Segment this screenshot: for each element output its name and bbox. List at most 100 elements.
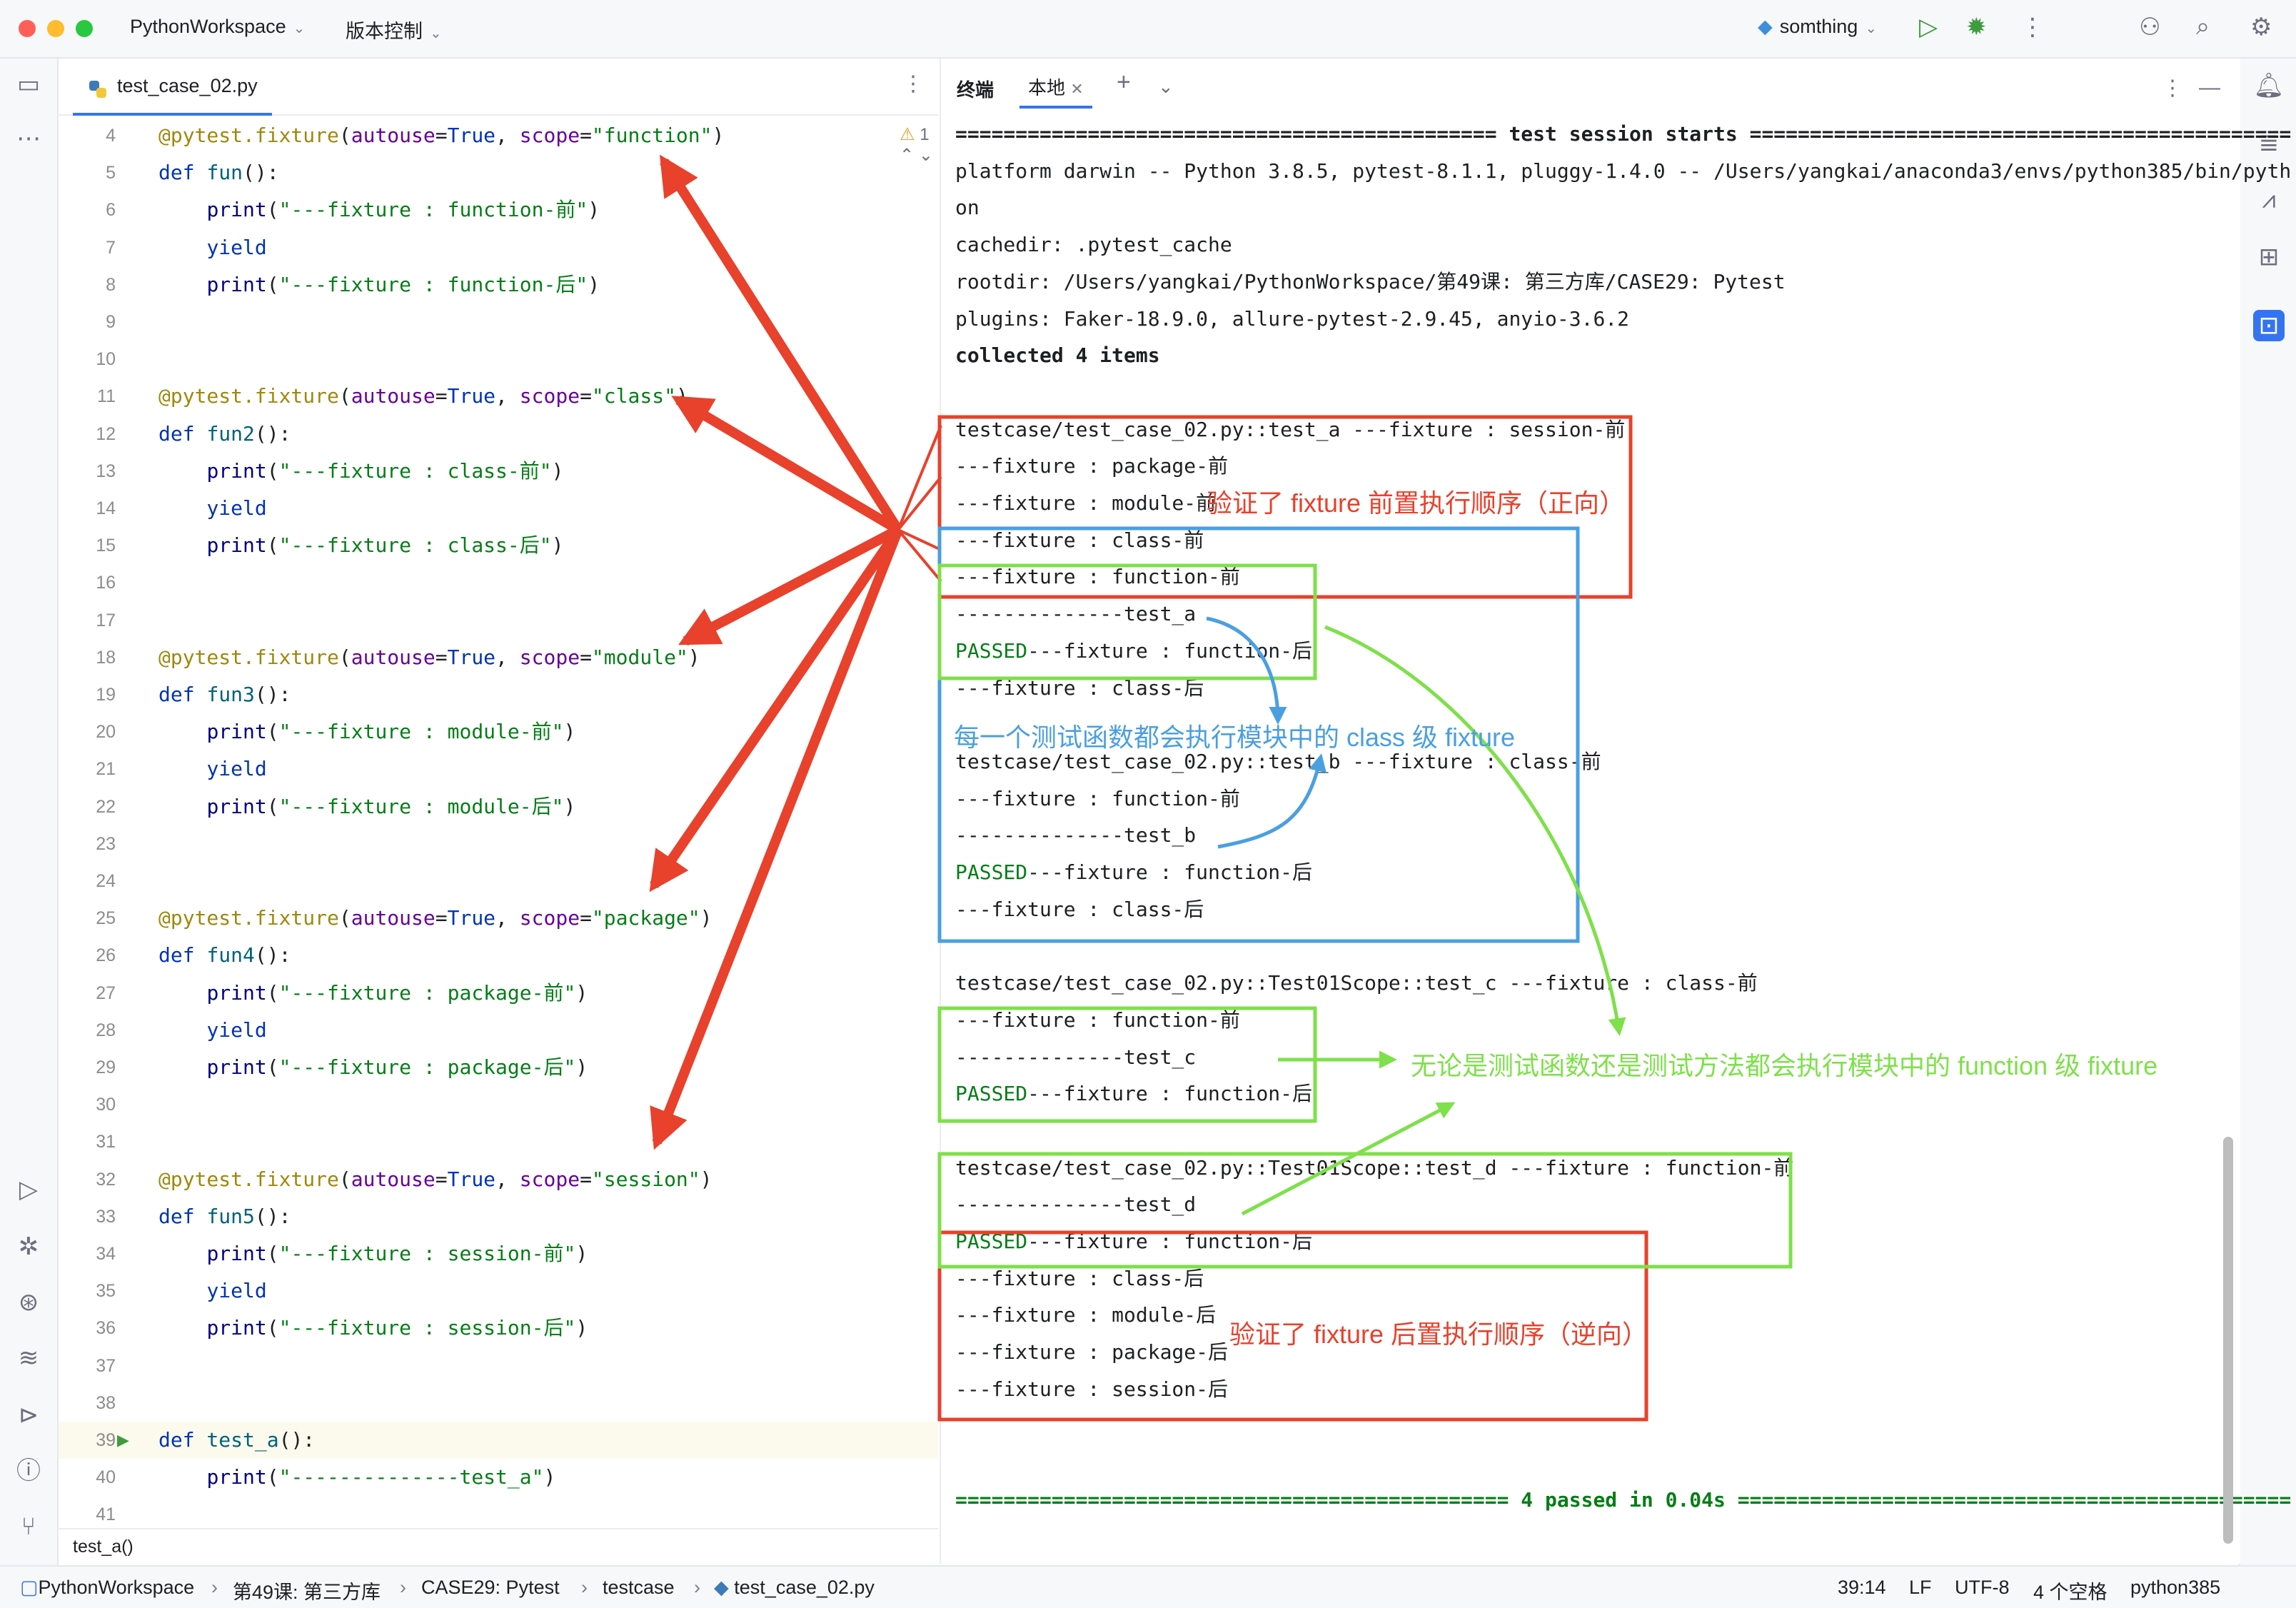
run-icon[interactable]: ▷ [1919,13,1938,41]
layers-icon[interactable]: ≋ [13,1342,44,1374]
nav-crumb-lesson[interactable]: 第49课: 第三方库 [233,1577,381,1604]
code-line[interactable]: 17 [59,602,938,639]
git-icon[interactable]: ⑂ [13,1511,44,1542]
services-icon[interactable]: ⊳ [13,1400,44,1431]
code-line[interactable]: 18 @pytest.fixture(autouse=True, scope="m… [59,639,938,676]
python-console-icon[interactable]: ⊛ [13,1287,44,1318]
editor-tab-test-case-02[interactable]: test_case_02.py [73,59,272,116]
code-line[interactable]: 32 @pytest.fixture(autouse=True, scope="s… [59,1161,938,1198]
code-line[interactable]: 27 print("---fixture : package-前") [59,975,938,1012]
line-number: 36 [96,1318,116,1339]
debug-icon[interactable]: ✹ [1966,13,1987,41]
code-line[interactable]: 10 [59,341,938,378]
tab-options-icon[interactable]: ⋮ [902,71,924,96]
structure-icon[interactable]: ⊞ [2253,241,2285,273]
nav-crumb-case[interactable]: CASE29: Pytest [421,1577,560,1599]
run-tool-icon[interactable]: ▷ [13,1174,44,1205]
code-line[interactable]: 39 ▶ def test_a(): [59,1422,938,1459]
line-number: 29 [96,1057,116,1077]
code-line[interactable]: 25 @pytest.fixture(autouse=True, scope="p… [59,900,938,937]
code-line[interactable]: 19 def fun3(): [59,676,938,713]
terminal-line: PASSED---fixture : function-后 [955,1075,1312,1112]
minimize-panel-icon[interactable]: — [2199,76,2220,100]
code-line[interactable]: 20 print("---fixture : module-前") [59,713,938,750]
code-line[interactable]: 24 [59,863,938,900]
terminal-line: testcase/test_case_02.py::Test01Scope::t… [955,1155,1794,1180]
line-number: 31 [96,1132,116,1152]
code-line[interactable]: 22 print("---fixture : module-后") [59,788,938,825]
code-line[interactable]: 35 yield [59,1272,938,1310]
debug-tool-icon[interactable]: ✲ [13,1231,44,1262]
code-area[interactable]: 4 @pytest.fixture(autouse=True, scope="fu… [59,117,938,1575]
code-line[interactable]: 9 [59,303,938,341]
python-interpreter[interactable]: python385 [2130,1577,2220,1599]
terminal-line: collected 4 items [955,343,1160,368]
code-line[interactable]: 16 [59,564,938,601]
code-line[interactable]: 4 @pytest.fixture(autouse=True, scope="fu… [59,117,938,154]
passed-status: PASSED [955,1230,1028,1253]
add-user-icon[interactable]: ⚇ [2139,13,2160,41]
code-line[interactable]: 13 print("---fixture : class-前") [59,453,938,490]
new-tab-icon[interactable]: + [1117,69,1131,96]
code-line[interactable]: 33 def fun5(): [59,1198,938,1235]
line-separator[interactable]: LF [1909,1577,1932,1599]
code-line[interactable]: 34 print("---fixture : session-前") [59,1235,938,1272]
search-icon[interactable]: ⌕ [2196,13,2210,41]
tab-local[interactable]: 本地 ✕ [1019,70,1092,109]
project-selector[interactable]: PythonWorkspace ⌄ [130,16,305,38]
settings-gear-icon[interactable]: ⚙ [2250,13,2272,41]
minimize-window-button[interactable] [47,20,64,37]
line-number: 5 [106,163,116,184]
code-line[interactable]: 31 [59,1123,938,1160]
code-line[interactable]: 7 yield [59,229,938,266]
code-line[interactable]: 21 yield [59,750,938,788]
terminal-options-icon[interactable]: ⋮ [2162,76,2183,101]
code-line[interactable]: 6 print("---fixture : function-前") [59,191,938,228]
run-config-selector[interactable]: ◆ somthing ⌄ [1758,16,1877,38]
file-encoding[interactable]: UTF-8 [1955,1577,2010,1599]
caret-position[interactable]: 39:14 [1838,1577,1886,1599]
terminal-line: rootdir: /Users/yangkai/PythonWorkspace/… [955,269,1786,293]
editor-tab-bar: test_case_02.py ⋮ [59,59,938,116]
nav-crumb-project[interactable]: ▢PythonWorkspace [20,1577,194,1599]
indent-setting[interactable]: 4 个空格 [2033,1577,2108,1604]
nav-crumb-folder[interactable]: testcase [603,1577,675,1599]
code-editor: test_case_02.py ⋮ ⚠ 1 ⌃ ⌄ 4 @pytest.fixtu… [59,59,990,1565]
line-number: 30 [96,1095,116,1115]
code-line[interactable]: 14 yield [59,490,938,527]
more-actions-icon[interactable]: ⋮ [2020,13,2045,41]
code-breadcrumb[interactable]: test_a() [59,1528,938,1565]
project-folder-icon[interactable]: ▭ [13,69,44,100]
code-line[interactable]: 30 [59,1086,938,1123]
nav-crumb-file[interactable]: ◆ test_case_02.py [714,1577,875,1599]
code-line[interactable]: 11 @pytest.fixture(autouse=True, scope="c… [59,378,938,415]
vcs-menu[interactable]: 版本控制 ⌄ [346,16,442,44]
code-line[interactable]: 28 yield [59,1012,938,1049]
code-line[interactable]: 8 print("---fixture : function-后") [59,266,938,303]
notifications-icon[interactable]: 🔔︎ [2253,70,2285,101]
close-tab-icon[interactable]: ✕ [1070,80,1083,98]
chevron-down-icon[interactable]: ⌄ [1158,76,1174,98]
crumb-label: test_case_02.py [734,1577,875,1598]
code-line[interactable]: 5 def fun(): [59,154,938,191]
code-line[interactable]: 26 def fun4(): [59,937,938,974]
code-line[interactable]: 38 [59,1385,938,1422]
code-line[interactable]: 23 [59,825,938,863]
code-line[interactable]: 40 print("--------------test_a") [59,1459,938,1496]
code-line[interactable]: 29 print("---fixture : package-后") [59,1049,938,1086]
run-gutter-icon[interactable]: ▶ [117,1422,129,1459]
zoom-window-button[interactable] [76,20,93,37]
terminal-icon[interactable]: ⊡ [2253,310,2285,341]
chevron-right-icon: › [211,1577,218,1598]
line-number: 37 [96,1355,116,1376]
code-line[interactable]: 37 [59,1347,938,1385]
close-window-button[interactable] [19,20,36,37]
code-line[interactable]: 36 print("---fixture : session-后") [59,1310,938,1347]
code-line[interactable]: 15 print("---fixture : class-后") [59,527,938,564]
line-number: 34 [96,1244,116,1264]
line-number: 16 [96,573,116,593]
more-tools-icon[interactable]: ⋯ [13,123,44,154]
problems-icon[interactable]: ⓘ [13,1455,44,1487]
code-line[interactable]: 12 def fun2(): [59,416,938,453]
terminal-scrollbar[interactable] [2223,1137,2233,1544]
